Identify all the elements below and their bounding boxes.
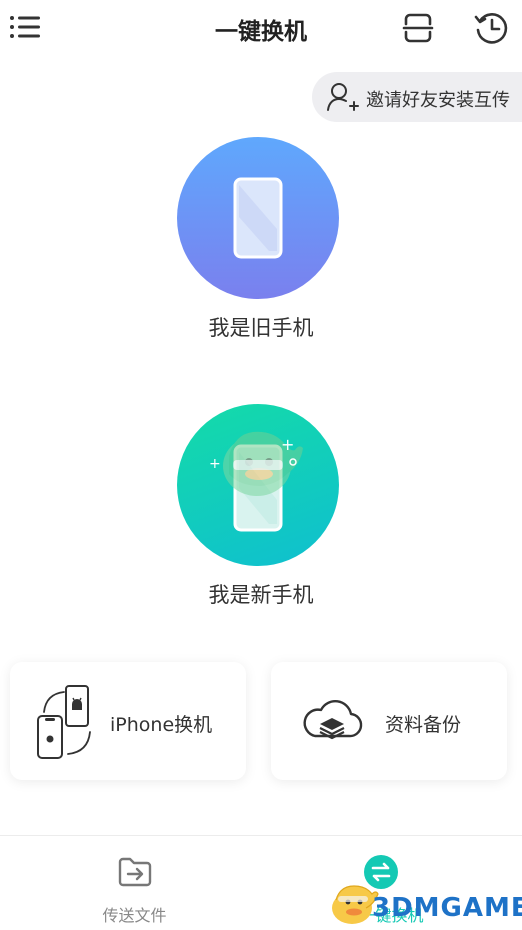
iphone-switch-label: iPhone换机 (110, 714, 213, 736)
svg-text:+: + (281, 435, 294, 454)
data-backup-card[interactable]: 资料备份 (271, 662, 507, 780)
invite-label: 邀请好友安装互传 (366, 90, 510, 111)
new-phone-button[interactable]: + + 我是新手机 (0, 404, 522, 614)
iphone-switch-card[interactable]: iPhone换机 (10, 662, 246, 780)
nav-label-transfer-files: 传送文件 (102, 906, 167, 925)
nav-item-transfer-files[interactable]: 传送文件 (4, 836, 265, 930)
scan-icon[interactable] (400, 10, 436, 46)
watermark-text: 3DMGAME (372, 893, 522, 923)
top-bar: 一键换机 (0, 0, 522, 58)
cloud-layers-icon (303, 699, 363, 740)
app-screen: 一键换机 邀请好友安装互传 我是旧手机 + + 我是新手机 iPhone换机 资… (0, 0, 522, 930)
data-backup-label: 资料备份 (385, 714, 462, 736)
folder-transfer-icon (118, 857, 152, 887)
page-title: 一键换机 (215, 19, 307, 45)
mascot-phone-icon: + + (209, 431, 303, 532)
new-phone-label: 我是新手机 (208, 583, 314, 607)
phone-icon (233, 177, 283, 259)
old-phone-button[interactable]: 我是旧手机 (0, 137, 522, 347)
invite-friends-button[interactable]: 邀请好友安装互传 (312, 72, 522, 122)
old-phone-circle (177, 137, 339, 299)
history-icon[interactable] (472, 8, 512, 48)
old-phone-label: 我是旧手机 (208, 316, 314, 340)
add-user-icon (326, 81, 360, 113)
menu-icon[interactable] (8, 12, 42, 42)
new-phone-circle: + + (177, 404, 339, 566)
svg-text:+: + (209, 456, 221, 472)
phone-swap-icon (37, 685, 91, 759)
